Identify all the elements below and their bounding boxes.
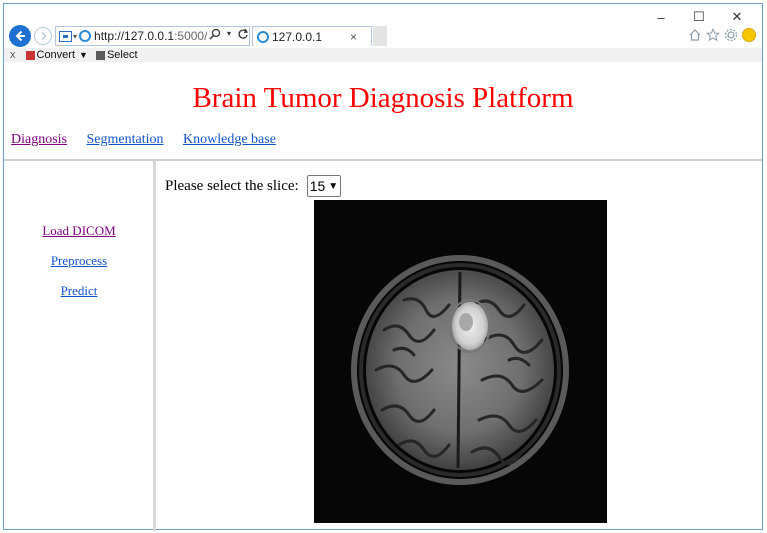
chevron-down-icon: ▼: [328, 180, 339, 192]
convert-button[interactable]: Convert: [37, 49, 76, 61]
dropdown-icon[interactable]: ▾: [227, 28, 231, 43]
select-button[interactable]: Select: [107, 49, 138, 61]
sidebar-link-preprocess[interactable]: Preprocess: [4, 253, 154, 269]
convert-icon: [25, 50, 35, 60]
browser-chrome: – ☐ ✕ ▾ http://127.0.0.1:5000/ ▾ 127.0.0…: [4, 4, 762, 62]
tab-127-0-0-1[interactable]: 127.0.0.1 ×: [252, 26, 372, 46]
command-bar: x Convert ▼ Select: [4, 48, 762, 62]
ie-icon: [79, 30, 92, 42]
mri-slice-image: [314, 200, 607, 523]
slice-select-label: Please select the slice:: [165, 177, 299, 194]
chevron-down-icon[interactable]: ▾: [73, 32, 77, 41]
address-url-port: :5000/: [174, 29, 208, 43]
smiley-feedback-icon[interactable]: [742, 28, 756, 42]
tab-title: 127.0.0.1: [272, 29, 323, 44]
top-navigation: Diagnosis Segmentation Knowledge base: [11, 132, 292, 148]
sidebar-links: Load DICOM Preprocess Predict: [4, 223, 154, 313]
favorites-star-icon[interactable]: [705, 27, 721, 47]
ie-icon: [257, 30, 269, 43]
sidebar-link-load-dicom[interactable]: Load DICOM: [4, 223, 154, 239]
refresh-icon[interactable]: [237, 28, 249, 43]
settings-gear-icon[interactable]: [724, 28, 738, 47]
nav-link-segmentation[interactable]: Segmentation: [87, 132, 164, 147]
slice-selector-row: Please select the slice: 15 ▼: [165, 175, 342, 197]
back-icon[interactable]: [9, 25, 31, 47]
compatibility-view-icon[interactable]: [59, 30, 72, 42]
chevron-down-icon[interactable]: ▼: [79, 50, 88, 60]
home-icon[interactable]: [688, 28, 702, 47]
select-icon: [95, 50, 105, 60]
new-tab-button[interactable]: [373, 26, 387, 46]
search-icon[interactable]: [209, 28, 221, 43]
left-frame: Load DICOM Preprocess Predict: [4, 161, 156, 531]
page-title: Brain Tumor Diagnosis Platform: [192, 82, 574, 114]
close-command-bar-icon[interactable]: x: [10, 49, 16, 61]
web-page: Brain Tumor Diagnosis Platform Diagnosis…: [4, 62, 762, 531]
address-url-host: http://127.0.0.1: [94, 29, 175, 43]
right-frame: Please select the slice: 15 ▼: [159, 161, 762, 531]
nav-link-diagnosis[interactable]: Diagnosis: [11, 132, 67, 147]
nav-link-knowledge-base[interactable]: Knowledge base: [183, 132, 276, 147]
forward-icon[interactable]: [34, 27, 52, 45]
address-url[interactable]: http://127.0.0.1:5000/: [94, 29, 207, 43]
toolbar-icons: [688, 27, 756, 47]
navigation-bar: ▾ http://127.0.0.1:5000/ ▾ 127.0.0.1 ×: [4, 24, 762, 50]
address-actions: ▾: [209, 28, 249, 43]
sidebar-link-predict[interactable]: Predict: [4, 283, 154, 299]
slice-select-value: 15: [309, 178, 326, 194]
slice-select[interactable]: 15 ▼: [306, 175, 342, 197]
browser-window: – ☐ ✕ ▾ http://127.0.0.1:5000/ ▾ 127.0.0…: [3, 3, 763, 531]
close-tab-icon[interactable]: ×: [350, 30, 357, 44]
